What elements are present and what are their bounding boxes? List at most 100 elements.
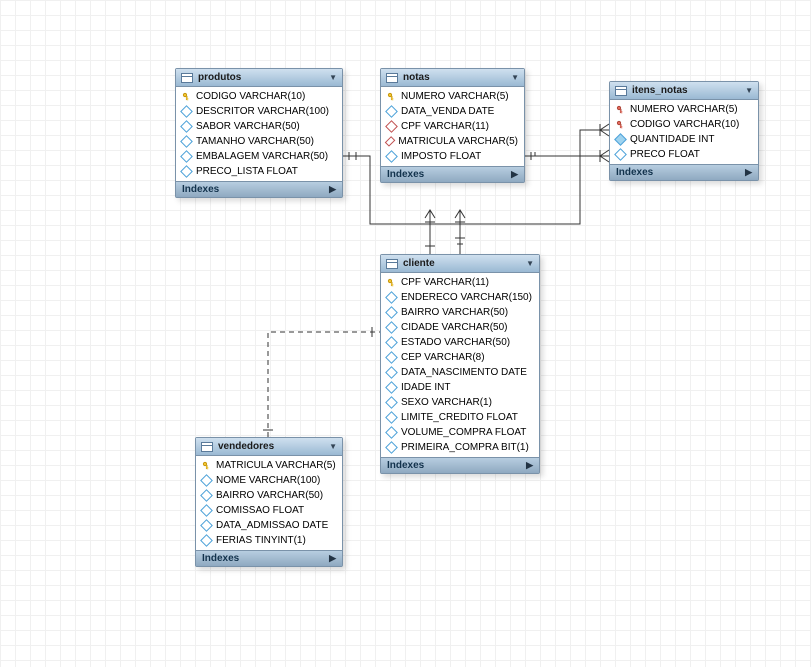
column-row[interactable]: DATA_ADMISSAO DATE [196,518,342,533]
expand-icon[interactable]: ▶ [745,167,752,178]
column-row[interactable]: PRIMEIRA_COMPRA BIT(1) [381,440,539,455]
column-text: NOME VARCHAR(100) [216,475,320,486]
column-row[interactable]: CPF VARCHAR(11) [381,275,539,290]
indexes-label: Indexes [616,167,653,178]
collapse-icon[interactable]: ▼ [329,73,337,82]
column-row[interactable]: DESCRITOR VARCHAR(100) [176,104,342,119]
indexes-label: Indexes [387,460,424,471]
column-row[interactable]: CODIGO VARCHAR(10) [176,89,342,104]
column-text: MATRICULA VARCHAR(5) [398,136,518,147]
column-row[interactable]: COMISSAO FLOAT [196,503,342,518]
column-row[interactable]: CIDADE VARCHAR(50) [381,320,539,335]
column-row[interactable]: FERIAS TINYINT(1) [196,533,342,548]
column-text: PRECO_LISTA FLOAT [196,166,298,177]
column-icon [385,150,398,163]
column-text: NUMERO VARCHAR(5) [630,104,738,115]
entity-title: cliente [403,258,521,269]
column-text: COMISSAO FLOAT [216,505,304,516]
column-row[interactable]: VOLUME_COMPRA FLOAT [381,425,539,440]
columns-list: NUMERO VARCHAR(5) DATA_VENDA DATECPF VARC… [381,87,524,166]
column-row[interactable]: IDADE INT [381,380,539,395]
column-row[interactable]: BAIRRO VARCHAR(50) [381,305,539,320]
column-row[interactable]: NUMERO VARCHAR(5) [610,102,758,117]
entity-header[interactable]: vendedores ▼ [196,438,342,456]
column-icon [385,381,398,394]
indexes-footer[interactable]: Indexes ▶ [610,164,758,180]
entity-itens-notas[interactable]: itens_notas ▼ NUMERO VARCHAR(5) CODIGO VA… [609,81,759,181]
primary-key-icon [387,278,396,287]
column-icon [180,135,193,148]
column-icon [180,165,193,178]
collapse-icon[interactable]: ▼ [745,86,753,95]
column-row[interactable]: QUANTIDADE INT [610,132,758,147]
column-row[interactable]: CODIGO VARCHAR(10) [610,117,758,132]
columns-list: CPF VARCHAR(11)ENDERECO VARCHAR(150)BAIR… [381,273,539,457]
expand-icon[interactable]: ▶ [526,460,533,471]
entity-header[interactable]: notas ▼ [381,69,524,87]
column-row[interactable]: TAMANHO VARCHAR(50) [176,134,342,149]
column-icon [385,396,398,409]
column-icon [200,504,213,517]
column-icon [385,366,398,379]
collapse-icon[interactable]: ▼ [329,442,337,451]
entity-header[interactable]: produtos ▼ [176,69,342,87]
column-row[interactable]: SEXO VARCHAR(1) [381,395,539,410]
table-icon [386,259,398,269]
column-row[interactable]: PRECO_LISTA FLOAT [176,164,342,179]
entity-produtos[interactable]: produtos ▼ CODIGO VARCHAR(10) DESCRITOR V… [175,68,343,198]
entity-cliente[interactable]: cliente ▼ CPF VARCHAR(11)ENDERECO VARCHA… [380,254,540,474]
indexes-footer[interactable]: Indexes ▶ [196,550,342,566]
expand-icon[interactable]: ▶ [329,184,336,195]
column-icon [180,105,193,118]
column-row[interactable]: MATRICULA VARCHAR(5) [381,134,524,149]
column-row[interactable]: ESTADO VARCHAR(50) [381,335,539,350]
column-row[interactable]: PRECO FLOAT [610,147,758,162]
column-row[interactable]: ENDERECO VARCHAR(150) [381,290,539,305]
entity-vendedores[interactable]: vendedores ▼ MATRICULA VARCHAR(5) NOME VA… [195,437,343,567]
table-icon [386,73,398,83]
column-row[interactable]: LIMITE_CREDITO FLOAT [381,410,539,425]
entity-notas[interactable]: notas ▼ NUMERO VARCHAR(5) DATA_VENDA DATE… [380,68,525,183]
expand-icon[interactable]: ▶ [329,553,336,564]
table-icon [201,442,213,452]
indexes-footer[interactable]: Indexes ▶ [381,166,524,182]
column-icon [200,534,213,547]
entity-title: produtos [198,72,324,83]
column-text: EMBALAGEM VARCHAR(50) [196,151,328,162]
expand-icon[interactable]: ▶ [511,169,518,180]
column-text: PRECO FLOAT [630,149,700,160]
column-text: LIMITE_CREDITO FLOAT [401,412,518,423]
column-row[interactable]: EMBALAGEM VARCHAR(50) [176,149,342,164]
column-text: ESTADO VARCHAR(50) [401,337,510,348]
column-row[interactable]: BAIRRO VARCHAR(50) [196,488,342,503]
column-row[interactable]: IMPOSTO FLOAT [381,149,524,164]
column-text: PRIMEIRA_COMPRA BIT(1) [401,442,529,453]
entity-title: vendedores [218,441,324,452]
column-row[interactable]: CPF VARCHAR(11) [381,119,524,134]
column-icon [385,351,398,364]
column-row[interactable]: NOME VARCHAR(100) [196,473,342,488]
column-icon [385,336,398,349]
columns-list: MATRICULA VARCHAR(5) NOME VARCHAR(100) BAI… [196,456,342,550]
column-row[interactable]: MATRICULA VARCHAR(5) [196,458,342,473]
column-text: CODIGO VARCHAR(10) [196,91,305,102]
column-text: MATRICULA VARCHAR(5) [216,460,336,471]
column-row[interactable]: SABOR VARCHAR(50) [176,119,342,134]
indexes-footer[interactable]: Indexes ▶ [176,181,342,197]
entity-header[interactable]: cliente ▼ [381,255,539,273]
column-text: DATA_NASCIMENTO DATE [401,367,527,378]
primary-key-icon [202,461,211,470]
column-row[interactable]: NUMERO VARCHAR(5) [381,89,524,104]
collapse-icon[interactable]: ▼ [526,259,534,268]
primary-key-icon [387,92,396,101]
column-row[interactable]: DATA_NASCIMENTO DATE [381,365,539,380]
column-row[interactable]: CEP VARCHAR(8) [381,350,539,365]
entity-title: notas [403,72,506,83]
collapse-icon[interactable]: ▼ [511,73,519,82]
column-text: VOLUME_COMPRA FLOAT [401,427,526,438]
column-text: NUMERO VARCHAR(5) [401,91,509,102]
column-row[interactable]: DATA_VENDA DATE [381,104,524,119]
column-text: IDADE INT [401,382,450,393]
entity-header[interactable]: itens_notas ▼ [610,82,758,100]
indexes-footer[interactable]: Indexes ▶ [381,457,539,473]
